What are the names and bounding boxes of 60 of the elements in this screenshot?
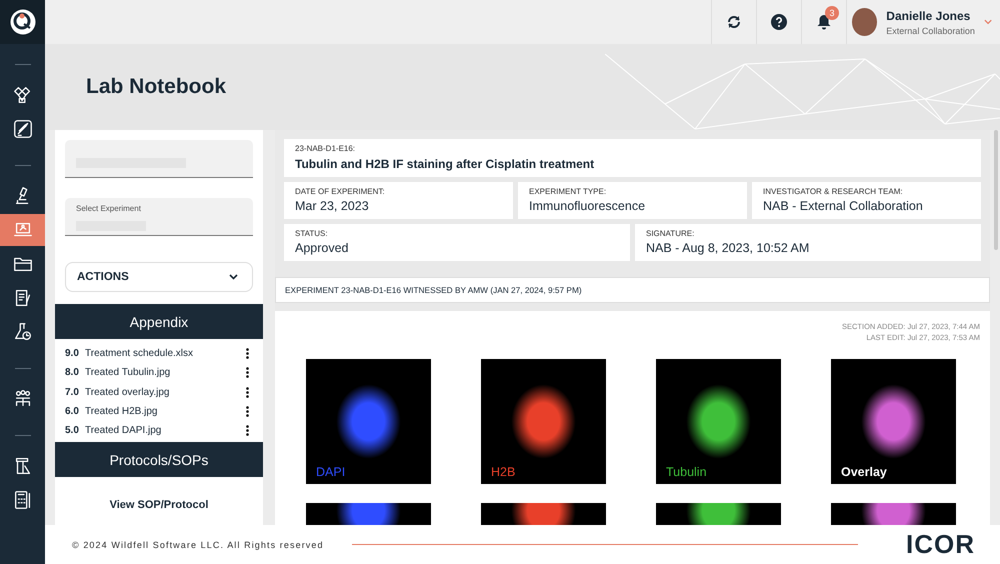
image-caption: Overlay <box>841 464 887 478</box>
actions-dropdown[interactable]: ACTIONS <box>65 262 253 292</box>
field-label: EXPERIMENT TYPE: <box>529 187 608 196</box>
more-options-button[interactable] <box>246 348 249 360</box>
bell-icon <box>817 14 831 30</box>
user-name: Danielle Jones <box>886 8 972 22</box>
image-caption: Tubulin <box>666 464 707 478</box>
experiment-title: Tubulin and H2B IF staining after Cisplatin treatment <box>295 157 596 171</box>
field-value: Mar 23, 2023 <box>295 199 370 213</box>
kebab-menu-icon <box>246 406 249 418</box>
kebab-menu-icon <box>246 367 249 378</box>
project-select-field[interactable] <box>65 140 253 178</box>
image-caption: DAPI <box>316 464 346 478</box>
field-value: Approved <box>295 241 350 255</box>
microscopy-image[interactable]: Tubulin <box>656 358 781 484</box>
kebab-menu-icon <box>246 386 249 398</box>
user-role: External Collaboration <box>886 26 975 36</box>
more-options-button[interactable] <box>246 425 249 436</box>
copyright-text: © 2024 Wildfell Software LLC. All Rights reserved <box>72 540 324 550</box>
microscopy-image[interactable]: DAPI <box>306 358 431 484</box>
notification-badge: 3 <box>825 6 839 20</box>
experiment-id: 23-NAB-D1-E16: <box>295 144 356 153</box>
appendix-number: 6.0 <box>65 406 80 418</box>
field-value: Immunofluorescence <box>529 199 646 213</box>
kebab-menu-icon <box>246 348 249 360</box>
appendix-file-link[interactable]: Treated H2B.jpg <box>85 406 246 418</box>
witness-banner: EXPERIMENT 23-NAB-D1-E16 WITNESSED BY AMW (JAN 27, 2024, 9:57 PM) <box>275 277 990 303</box>
field-label: DATE OF EXPERIMENT: <box>295 187 386 196</box>
field-label: STATUS: <box>295 229 329 238</box>
sync-icon <box>726 14 742 30</box>
experiment-select-field[interactable]: Select Experiment <box>65 198 253 236</box>
field-label: SIGNATURE: <box>646 229 696 238</box>
brand-logo: ICOR <box>906 529 975 560</box>
help-icon <box>771 14 787 30</box>
more-options-button[interactable] <box>246 367 249 378</box>
more-options-button[interactable] <box>246 406 249 418</box>
kebab-menu-icon <box>246 425 249 436</box>
chevron-down-icon <box>229 274 238 280</box>
microscopy-image[interactable]: Overlay <box>831 358 956 484</box>
appendix-number: 5.0 <box>65 425 80 436</box>
appendix-file-link[interactable]: Treatment schedule.xlsx <box>85 348 246 360</box>
appendix-file-link[interactable]: Treated overlay.jpg <box>85 386 246 398</box>
field-value: NAB - External Collaboration <box>763 199 924 213</box>
protocols-header: Protocols/SOPs <box>55 442 263 478</box>
appendix-file-link[interactable]: Treated Tubulin.jpg <box>85 367 246 378</box>
view-sop-link[interactable]: View SOP/Protocol <box>110 499 208 512</box>
more-options-button[interactable] <box>246 386 249 398</box>
field-label: INVESTIGATOR & RESEARCH TEAM: <box>763 187 904 196</box>
image-caption: H2B <box>491 464 516 478</box>
page-title: Lab Notebook <box>86 75 226 99</box>
field-value: NAB - Aug 8, 2023, 10:52 AM <box>646 241 810 255</box>
appendix-number: 9.0 <box>65 348 80 360</box>
microscopy-image[interactable]: H2B <box>481 358 606 484</box>
scrollbar[interactable] <box>994 130 998 250</box>
appendix-number: 7.0 <box>65 386 80 398</box>
appendix-number: 8.0 <box>65 367 80 378</box>
app-logo-icon[interactable] <box>10 9 36 35</box>
appendix-header: Appendix <box>55 304 263 339</box>
avatar <box>852 8 878 36</box>
appendix-file-link[interactable]: Treated DAPI.jpg <box>85 425 246 436</box>
